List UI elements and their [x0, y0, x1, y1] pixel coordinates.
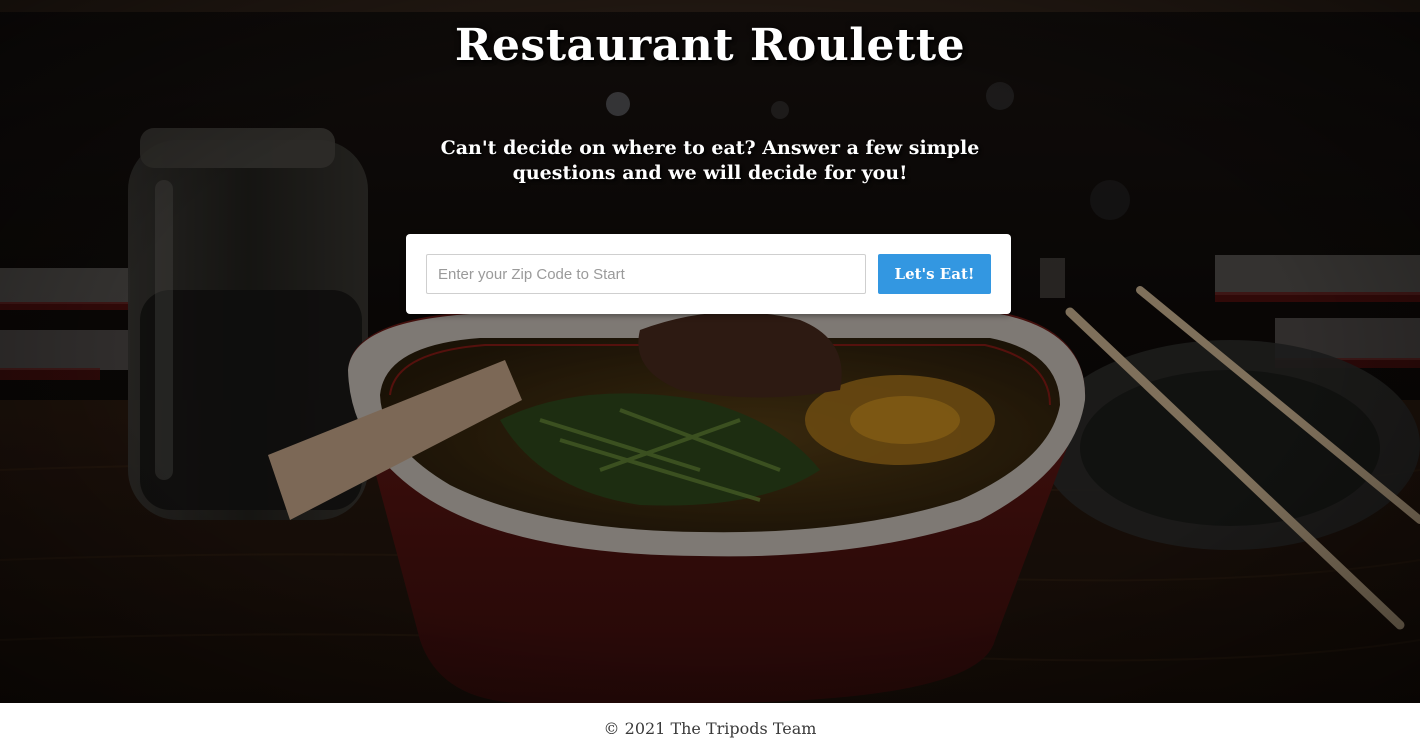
- tagline: Can't decide on where to eat? Answer a f…: [440, 137, 980, 184]
- zip-search-form: Let's Eat!: [406, 234, 1011, 314]
- footer-copyright: © 2021 The Tripods Team: [603, 719, 817, 738]
- zip-code-input[interactable]: [426, 254, 866, 294]
- page-title: Restaurant Roulette: [454, 20, 966, 71]
- lets-eat-button[interactable]: Let's Eat!: [878, 254, 991, 294]
- footer: © 2021 The Tripods Team: [0, 703, 1420, 752]
- hero-background-image: [0, 0, 1420, 703]
- hero-section: Restaurant Roulette Can't decide on wher…: [0, 0, 1420, 703]
